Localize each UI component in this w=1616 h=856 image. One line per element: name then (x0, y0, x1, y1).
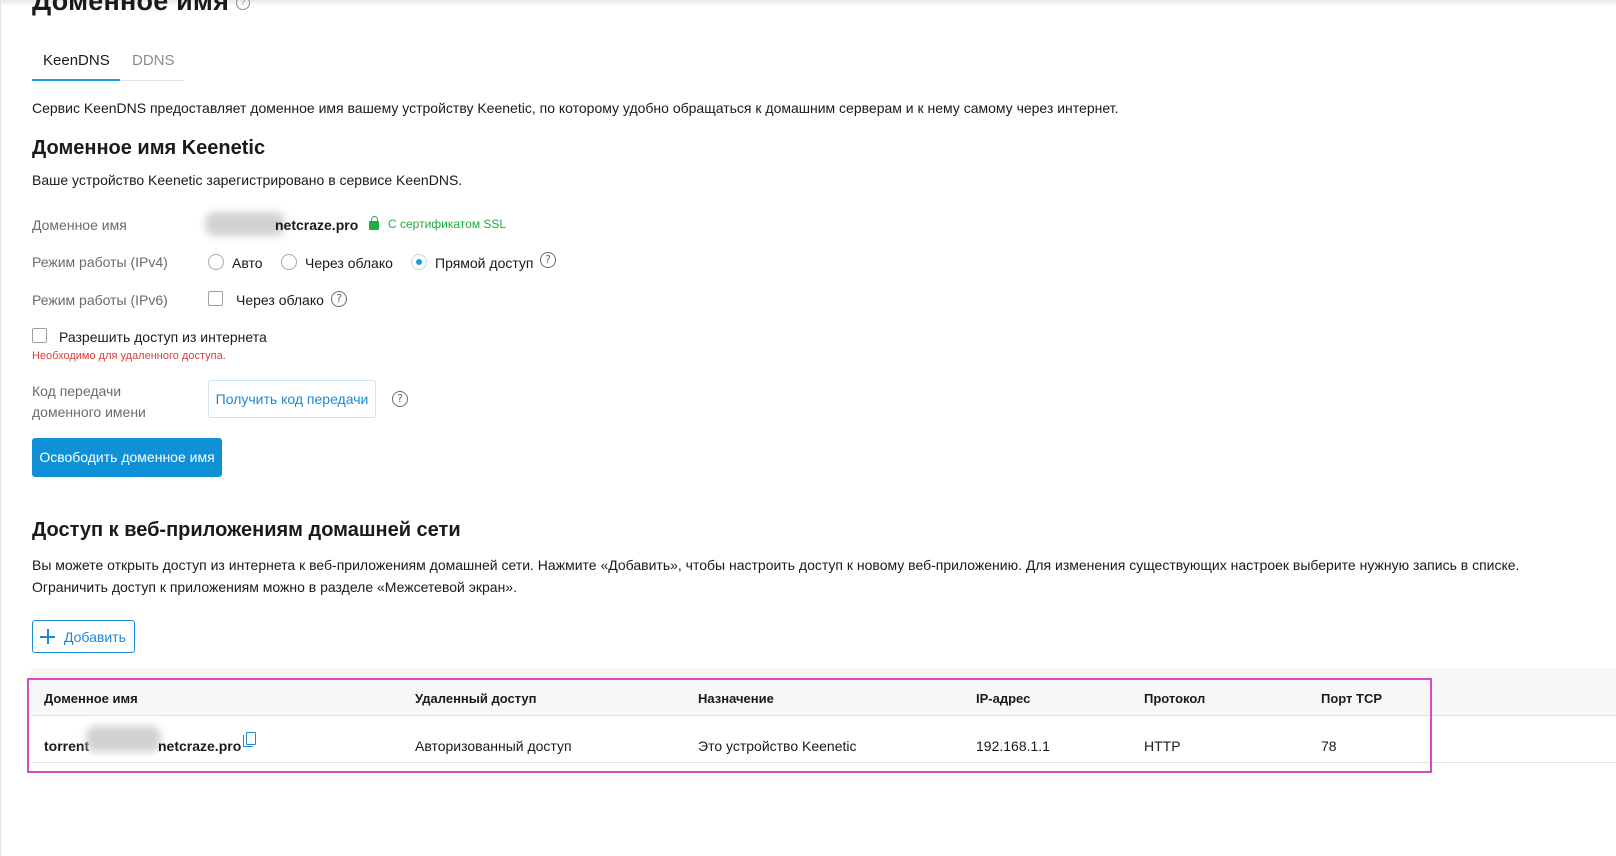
radio-auto[interactable] (208, 254, 224, 270)
lock-icon (369, 216, 379, 230)
intro-text: Сервис KeenDNS предоставляет доменное им… (32, 100, 1119, 116)
radio-direct-access-label: Прямой доступ (435, 255, 534, 271)
webapps-heading: Доступ к веб-приложениям домашней сети (32, 519, 461, 541)
left-divider (0, 0, 1, 856)
allow-internet-label: Разрешить доступ из интернета (59, 329, 267, 345)
domain-name-value: netcraze.pro (275, 217, 359, 233)
transfer-code-label-line2: доменного имени (32, 404, 146, 420)
add-button-label: Добавить (64, 629, 126, 645)
page: Доменное имя ? KeenDNS DDNS Сервис KeenD… (0, 0, 1616, 856)
radio-via-cloud-label: Через облако (305, 255, 393, 271)
ipv4-help-icon[interactable]: ? (540, 252, 556, 268)
keenetic-domain-heading: Доменное имя Keenetic (32, 137, 266, 159)
highlight-annotation (27, 678, 1432, 773)
transfer-code-help-icon[interactable]: ? (392, 391, 408, 407)
registration-status-text: Ваше устройство Keenetic зарегистрирован… (32, 172, 463, 188)
get-transfer-code-button[interactable]: Получить код передачи (208, 380, 376, 418)
tab-bar: KeenDNS DDNS (32, 50, 184, 81)
radio-auto-label: Авто (232, 255, 263, 271)
radio-direct-access[interactable] (411, 254, 427, 270)
remote-access-warning: Необходимо для удаленного доступа. (32, 350, 226, 362)
ipv6-mode-label: Режим работы (IPv6) (32, 292, 168, 308)
ipv6-via-cloud-checkbox[interactable] (208, 291, 223, 306)
plus-icon (40, 629, 55, 644)
add-button[interactable]: Добавить (32, 620, 135, 653)
ssl-status: С сертификатом SSL (388, 217, 507, 231)
allow-internet-checkbox[interactable] (32, 328, 47, 343)
ipv6-help-icon[interactable]: ? (331, 291, 347, 307)
domain-name-label: Доменное имя (32, 217, 127, 233)
title-help-icon[interactable]: ? (236, 0, 250, 10)
radio-via-cloud[interactable] (281, 254, 297, 270)
tab-keendns[interactable]: KeenDNS (43, 52, 110, 69)
tab-ddns[interactable]: DDNS (132, 52, 175, 69)
webapps-description-line1: Вы можете открыть доступ из интернета к … (32, 557, 1520, 573)
redacted-blur (205, 212, 285, 236)
ipv4-mode-label: Режим работы (IPv4) (32, 254, 168, 270)
ipv6-via-cloud-label: Через облако (236, 292, 324, 308)
active-tab-indicator (32, 79, 120, 81)
page-title: Доменное имя (32, 0, 230, 16)
transfer-code-label-line1: Код передачи (32, 383, 122, 399)
release-domain-button[interactable]: Освободить доменное имя (32, 438, 222, 477)
webapps-description-line2: Ограничить доступ к приложениям можно в … (32, 579, 517, 595)
